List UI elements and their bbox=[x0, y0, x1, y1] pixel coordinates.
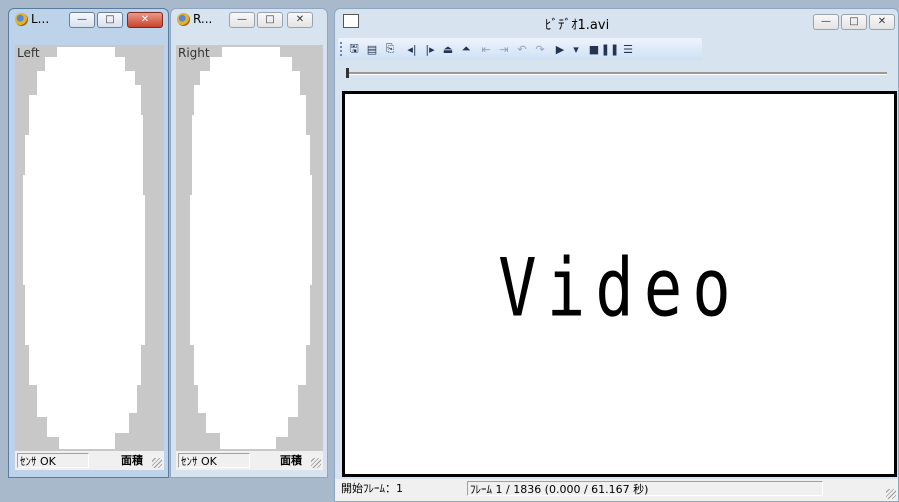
maximize-button[interactable]: □ bbox=[841, 14, 867, 30]
seek-track bbox=[347, 72, 887, 75]
redo-icon[interactable]: ↷ bbox=[532, 41, 548, 57]
video-window-title-bar[interactable]: ﾋﾞﾃﾞｵ1.avi — □ ✕ bbox=[335, 9, 898, 35]
next-frame-icon[interactable]: |▸ bbox=[422, 41, 438, 57]
seek-thumb[interactable] bbox=[346, 68, 349, 78]
app-icon bbox=[177, 13, 190, 26]
close-button[interactable]: ✕ bbox=[869, 14, 895, 30]
pause-icon[interactable]: ❚❚ bbox=[601, 41, 619, 57]
mark-in-icon[interactable]: ⏏ bbox=[440, 41, 456, 57]
toolbar-grip[interactable] bbox=[340, 42, 342, 56]
window-title: L... bbox=[31, 12, 50, 26]
video-window[interactable]: ﾋﾞﾃﾞｵ1.avi — □ ✕ Video 開始ﾌﾚｰﾑ：1 ﾌﾚｰﾑ 1 /… bbox=[334, 8, 899, 502]
window-title: R... bbox=[193, 12, 213, 26]
close-icon: ✕ bbox=[140, 14, 150, 25]
video-content-text: Video bbox=[498, 242, 741, 336]
minimize-icon: — bbox=[77, 14, 87, 25]
maximize-button[interactable]: □ bbox=[257, 12, 283, 28]
set-end-icon[interactable]: ⇥ bbox=[496, 41, 512, 57]
app-icon bbox=[15, 13, 28, 26]
maximize-icon: □ bbox=[105, 14, 115, 25]
close-icon: ✕ bbox=[295, 14, 305, 25]
maximize-icon: □ bbox=[265, 14, 275, 25]
left-window-title-bar[interactable]: L... — □ ✕ bbox=[9, 9, 168, 31]
stop-icon[interactable]: ■ bbox=[586, 41, 602, 57]
minimize-button[interactable]: — bbox=[69, 12, 95, 28]
close-icon: ✕ bbox=[877, 16, 887, 27]
left-status-bar: ｾﾝｻ OK 面積 bbox=[15, 450, 164, 470]
minimize-icon: — bbox=[821, 16, 831, 27]
left-sensor-canvas: Left bbox=[15, 45, 164, 450]
save-as-icon[interactable]: ▤ bbox=[364, 41, 380, 57]
area-label: 面積 bbox=[121, 454, 143, 467]
mark-out-icon[interactable]: ⏶ bbox=[458, 41, 474, 57]
save-icon[interactable]: 🖫 bbox=[346, 41, 362, 57]
set-start-icon[interactable]: ⇤ bbox=[478, 41, 494, 57]
close-button[interactable]: ✕ bbox=[127, 12, 163, 28]
right-sensor-window[interactable]: R... — □ ✕ Right ｾﾝｻ OK 面積 bbox=[170, 8, 328, 478]
minimize-button[interactable]: — bbox=[813, 14, 839, 30]
play-dropdown-icon[interactable]: ▾ bbox=[568, 41, 584, 57]
video-frame: Video bbox=[342, 91, 897, 477]
maximize-icon: □ bbox=[849, 16, 859, 27]
canvas-label: Left bbox=[17, 46, 40, 60]
prev-frame-icon[interactable]: ◂| bbox=[404, 41, 420, 57]
window-title: ﾋﾞﾃﾞｵ1.avi bbox=[545, 18, 610, 33]
sensor-status: ｾﾝｻ OK bbox=[17, 453, 89, 468]
properties-icon[interactable]: ☰ bbox=[620, 41, 636, 57]
close-button[interactable]: ✕ bbox=[287, 12, 313, 28]
canvas-label: Right bbox=[178, 46, 210, 60]
video-file-icon bbox=[343, 14, 359, 28]
left-sensor-window[interactable]: L... — □ ✕ Left ｾﾝｻ OK 面積 bbox=[8, 8, 169, 478]
right-window-title-bar[interactable]: R... — □ ✕ bbox=[171, 9, 327, 31]
minimize-button[interactable]: — bbox=[229, 12, 255, 28]
sensor-status: ｾﾝｻ OK bbox=[178, 453, 250, 468]
right-foot-pressure-map bbox=[176, 45, 323, 450]
resize-grip-icon[interactable] bbox=[886, 489, 896, 499]
video-toolbar: 🖫 ▤ ⎘ ◂| |▸ ⏏ ⏶ ⇤ ⇥ ↶ ↷ ▶ ▾ ■ ❚❚ ☰ bbox=[338, 38, 702, 60]
resize-grip-icon[interactable] bbox=[311, 458, 321, 468]
copy-icon[interactable]: ⎘ bbox=[382, 41, 398, 57]
right-status-bar: ｾﾝｻ OK 面積 bbox=[176, 450, 323, 470]
resize-grip-icon[interactable] bbox=[152, 458, 162, 468]
maximize-button[interactable]: □ bbox=[97, 12, 123, 28]
start-frame-status: 開始ﾌﾚｰﾑ：1 bbox=[341, 482, 403, 495]
left-foot-pressure-map bbox=[15, 45, 164, 450]
video-status-bar: 開始ﾌﾚｰﾑ：1 ﾌﾚｰﾑ 1 / 1836 (0.000 / 61.167 秒… bbox=[335, 479, 898, 501]
seek-bar[interactable] bbox=[343, 66, 889, 84]
undo-icon[interactable]: ↶ bbox=[514, 41, 530, 57]
frame-info-status: ﾌﾚｰﾑ 1 / 1836 (0.000 / 61.167 秒) bbox=[467, 481, 823, 496]
minimize-icon: — bbox=[237, 14, 247, 25]
play-icon[interactable]: ▶ bbox=[552, 41, 568, 57]
right-sensor-canvas: Right bbox=[176, 45, 323, 450]
area-label: 面積 bbox=[280, 454, 302, 467]
